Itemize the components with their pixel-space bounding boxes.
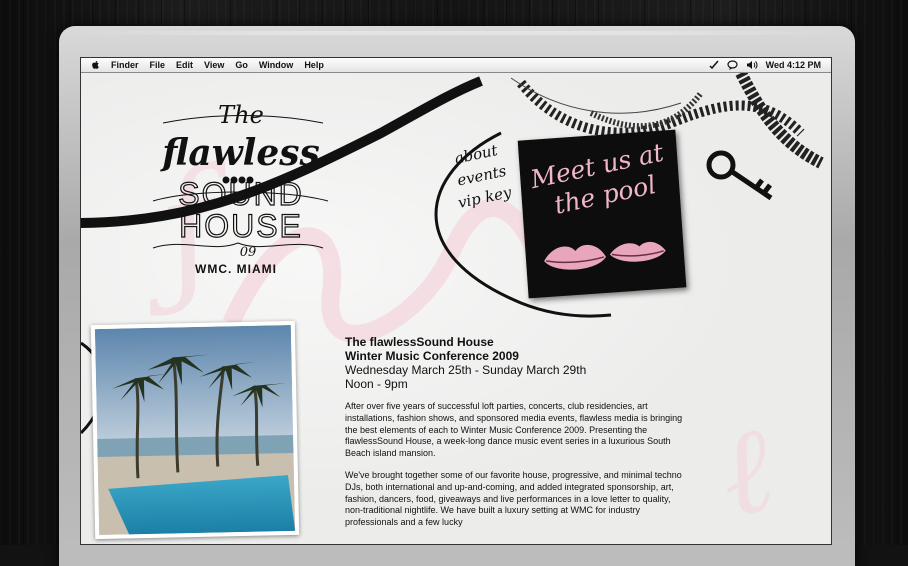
menu-finder[interactable]: Finder: [111, 60, 139, 70]
screen: Finder File Edit View Go Window Help Wed…: [80, 57, 832, 545]
logo-house: HOUSE: [179, 208, 303, 244]
menu-edit[interactable]: Edit: [176, 60, 193, 70]
event-paragraph-1: After over five years of successful loft…: [345, 401, 683, 459]
event-details: The flawlessSound House Winter Music Con…: [345, 335, 685, 529]
script-icon[interactable]: [709, 60, 719, 70]
event-paragraph-2: We've brought together some of our favor…: [345, 469, 682, 528]
event-title-line-2: Winter Music Conference 2009: [345, 349, 519, 363]
logo-location: WMC, MIAMI: [195, 262, 277, 273]
event-title-line-1: The flawlessSound House: [345, 335, 494, 349]
event-time: Noon - 9pm: [345, 377, 408, 391]
volume-icon[interactable]: [746, 60, 758, 70]
menu-help[interactable]: Help: [304, 60, 324, 70]
menubar-clock[interactable]: Wed 4:12 PM: [766, 60, 821, 70]
chat-icon[interactable]: [727, 60, 738, 70]
webpage: ƒ ℓ The flawless SOUND HOUSE 09 WMC, MIA…: [81, 73, 831, 544]
menu-go[interactable]: Go: [235, 60, 248, 70]
logo-flawless: flawless: [159, 132, 320, 174]
site-logo[interactable]: The flawless SOUND HOUSE 09 WMC, MIAMI: [123, 93, 353, 276]
logo-sound: SOUND: [178, 176, 304, 212]
apple-icon[interactable]: [91, 60, 100, 70]
pool-promo-text: Meet us at the pool: [528, 138, 673, 225]
logo-the: The: [218, 101, 264, 129]
logo-artwork: The flawless SOUND HOUSE 09 WMC, MIAMI: [152, 101, 329, 276]
menu-window[interactable]: Window: [259, 60, 293, 70]
menu-extras: Wed 4:12 PM: [709, 58, 821, 72]
menu-file[interactable]: File: [150, 60, 166, 70]
pool-photo: [90, 320, 300, 540]
logo-year: 09: [240, 245, 257, 260]
palm-pool-image: [94, 324, 296, 536]
event-dates: Wednesday March 25th - Sunday March 29th: [345, 363, 587, 377]
pool-promo-card[interactable]: Meet us at the pool: [517, 129, 687, 299]
menu-bar: Finder File Edit View Go Window Help Wed…: [81, 58, 831, 73]
key-icon: [706, 150, 773, 201]
menu-view[interactable]: View: [204, 60, 224, 70]
lips-icon: [544, 241, 666, 270]
